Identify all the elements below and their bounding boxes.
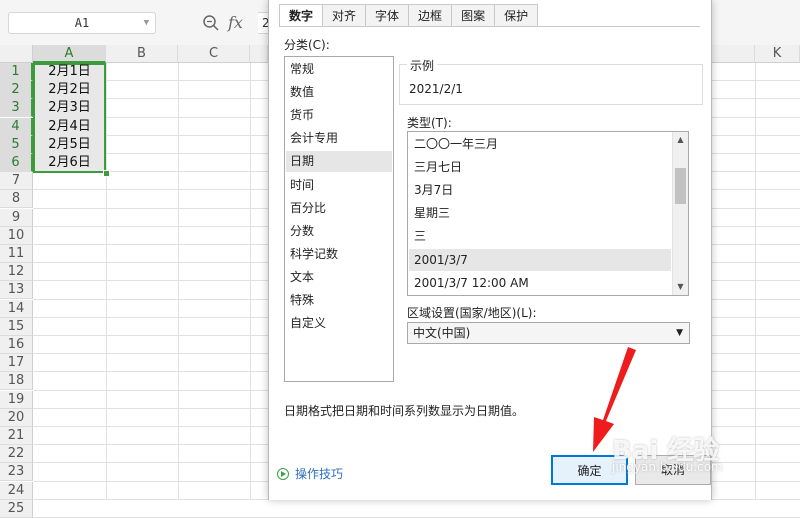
cell-a4[interactable]: 2月4日 (33, 118, 106, 136)
cell-a3[interactable]: 2月3日 (33, 99, 106, 117)
row-header[interactable]: 23 (0, 463, 33, 482)
watermark-url: jingyan.baidu.com (612, 460, 723, 474)
tab-alignment[interactable]: 对齐 (322, 4, 367, 26)
cell-a5[interactable]: 2月5日 (33, 136, 106, 154)
locale-select[interactable]: 中文(中国) ▼ (407, 322, 690, 344)
category-item[interactable]: 文本 (286, 267, 392, 288)
row-header[interactable]: 16 (0, 336, 33, 354)
column-header-k[interactable]: K (755, 45, 800, 63)
row-header[interactable]: 15 (0, 317, 33, 336)
row-header[interactable]: 2 (0, 81, 33, 100)
row-header[interactable]: 14 (0, 299, 33, 318)
column-header-a[interactable]: A (33, 45, 106, 63)
category-item[interactable]: 货币 (286, 105, 392, 126)
scroll-down-icon[interactable]: ▼ (673, 279, 688, 295)
category-list[interactable]: 常规 数值 货币 会计专用 日期 时间 百分比 分数 科学记数 文本 特殊 自定义 (284, 56, 394, 382)
type-item[interactable]: 2001/3/7 (409, 248, 671, 271)
row-header[interactable]: 3 (0, 99, 33, 118)
tab-protection[interactable]: 保护 (494, 4, 539, 26)
tab-number[interactable]: 数字 (279, 4, 324, 27)
category-label: 分类(C): (284, 38, 330, 52)
tips-link-label: 操作技巧 (295, 467, 344, 481)
column-header-j[interactable] (710, 45, 755, 63)
locale-label: 区域设置(国家/地区)(L): (407, 306, 537, 320)
category-item[interactable]: 会计专用 (286, 128, 392, 149)
type-item[interactable]: 二〇〇一年三月 (409, 133, 671, 155)
grid-line-v (250, 63, 251, 500)
cell-a1[interactable]: 2月1日 (33, 63, 106, 81)
play-icon (277, 467, 289, 480)
chevron-down-icon[interactable]: ▼ (144, 13, 149, 33)
tab-font[interactable]: 字体 (365, 4, 410, 26)
category-item[interactable]: 特殊 (286, 290, 392, 311)
row-header[interactable]: 11 (0, 245, 33, 263)
tab-border[interactable]: 边框 (408, 4, 453, 26)
tab-pattern[interactable]: 图案 (451, 4, 496, 26)
column-header-c[interactable]: C (178, 45, 250, 63)
row-header[interactable]: 17 (0, 354, 33, 373)
type-item[interactable]: 2001/3/7 12:00 AM (409, 272, 671, 294)
format-cells-dialog: 数字 对齐 字体 边框 图案 保护 分类(C): 常规 数值 货币 会计专用 日期 时间百… (268, 0, 712, 500)
row-header[interactable]: 7 (0, 172, 33, 191)
row-header[interactable]: 1 (0, 63, 33, 81)
category-item[interactable]: 日期 (286, 151, 392, 173)
tips-link[interactable]: 操作技巧 (277, 465, 343, 482)
cell-a6[interactable]: 2月6日 (33, 154, 106, 172)
type-list[interactable]: 2001/3/7 12:00 AM 2001/3/7 三星期三 3月7日 三月七日 二〇〇… (407, 131, 689, 296)
grid-line-v (755, 63, 756, 500)
category-item[interactable]: 常规 (286, 59, 392, 80)
scroll-up-icon[interactable]: ▲ (673, 132, 688, 148)
category-item[interactable]: 分数 (286, 221, 392, 242)
row-header[interactable]: 19 (0, 390, 33, 409)
select-all-corner[interactable] (0, 45, 33, 63)
name-box-value: A1 (74, 16, 90, 30)
type-list-scrollbar[interactable]: ▲ ▼ (672, 132, 688, 295)
category-item[interactable]: 数值 (286, 82, 392, 103)
dialog-tabs: 数字 对齐 字体 边框 图案 保护 (279, 4, 539, 27)
type-label: 类型(T): (407, 116, 452, 130)
sample-label: 示例 (407, 57, 438, 74)
row-header[interactable]: 4 (0, 117, 33, 136)
row-header[interactable]: 25 (0, 499, 33, 518)
grid-line-v (178, 63, 179, 500)
format-description: 日期格式把日期和时间系列数显示为日期值。 (284, 404, 525, 418)
row-header[interactable]: 5 (0, 135, 33, 154)
row-header[interactable]: 9 (0, 208, 33, 227)
column-header-b[interactable]: B (106, 45, 178, 63)
locale-value: 中文(中国) (413, 326, 471, 340)
category-item[interactable]: 自定义 (286, 313, 392, 334)
column-header-d[interactable] (250, 45, 268, 63)
cell-a2[interactable]: 2月2日 (33, 81, 106, 99)
sample-value: 2021/2/1 (409, 82, 463, 96)
tab-divider (279, 26, 700, 27)
row-header[interactable]: 20 (0, 408, 33, 427)
grid-line-v (106, 63, 107, 500)
type-item[interactable]: 三 (409, 225, 671, 247)
type-item[interactable]: 3月7日 (409, 179, 671, 201)
category-item[interactable]: 百分比 (286, 198, 392, 219)
row-header[interactable]: 10 (0, 226, 33, 245)
row-header[interactable]: 12 (0, 263, 33, 282)
row-header[interactable]: 18 (0, 372, 33, 391)
row-header[interactable]: 8 (0, 190, 33, 209)
fx-label[interactable]: fx (228, 13, 243, 32)
type-item[interactable]: 星期三 (409, 202, 671, 224)
zoom-icon[interactable] (202, 14, 220, 32)
row-header[interactable]: 6 (0, 154, 33, 172)
row-header[interactable]: 24 (0, 481, 33, 500)
scroll-thumb[interactable] (675, 168, 686, 204)
row-header[interactable]: 22 (0, 445, 33, 464)
category-item[interactable]: 时间 (286, 175, 392, 196)
type-item[interactable]: 三月七日 (409, 156, 671, 178)
row-header[interactable]: 13 (0, 281, 33, 300)
chevron-down-icon[interactable]: ▼ (676, 323, 683, 343)
category-item[interactable]: 科学记数 (286, 244, 392, 265)
row-header[interactable]: 21 (0, 427, 33, 445)
name-box[interactable]: A1 ▼ (8, 12, 156, 34)
